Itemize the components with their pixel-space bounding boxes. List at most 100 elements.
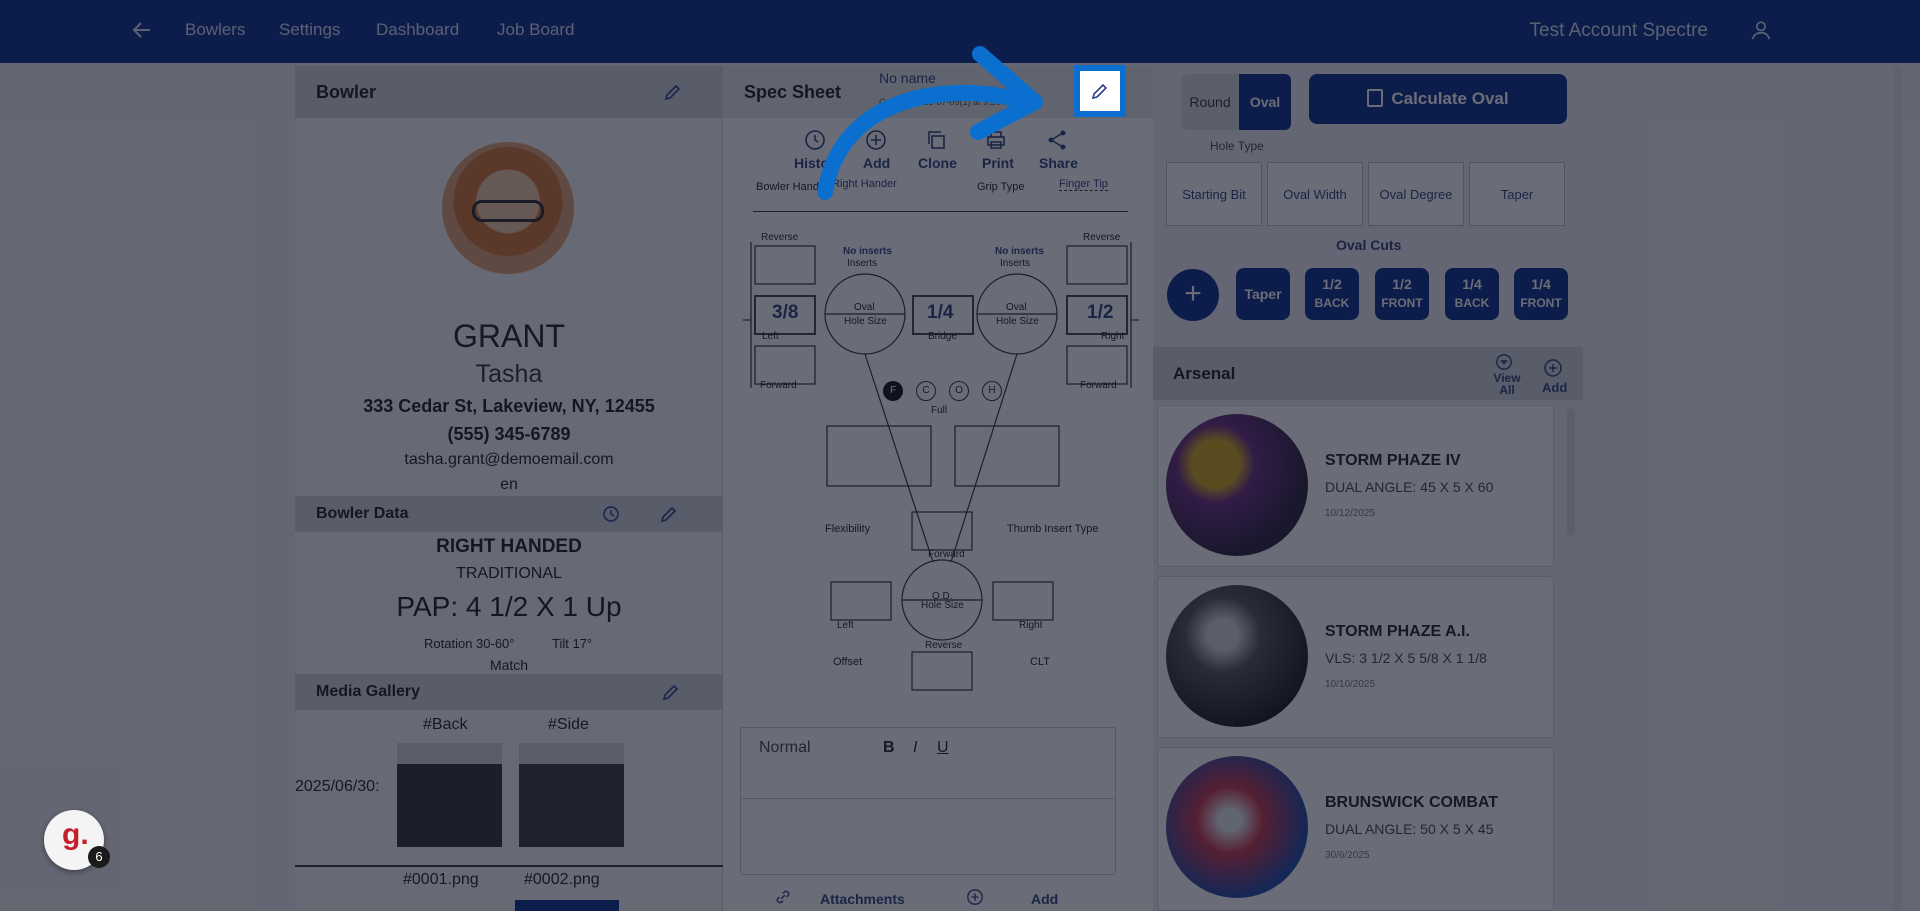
right-label: Right bbox=[1101, 331, 1125, 342]
editor-style-select[interactable]: Normal bbox=[759, 739, 811, 757]
fit-option-f[interactable]: F bbox=[883, 381, 903, 401]
add-attachment-label[interactable]: Add bbox=[1031, 891, 1058, 907]
add-ball-icon[interactable] bbox=[1543, 358, 1563, 378]
cut-quarter-back-bottom: BACK bbox=[1454, 296, 1490, 310]
history-icon[interactable] bbox=[601, 504, 621, 524]
edit-bowler-icon[interactable] bbox=[663, 82, 683, 102]
calculate-oval-label: Calculate Oval bbox=[1391, 89, 1509, 108]
nav-job-board[interactable]: Job Board bbox=[497, 20, 575, 40]
media-divider bbox=[295, 865, 723, 867]
clt-label: CLT bbox=[1030, 656, 1050, 668]
bold-icon[interactable]: B bbox=[883, 739, 895, 757]
bowler-address: 333 Cedar St, Lakeview, NY, 12455 bbox=[363, 396, 655, 416]
fit-option-c[interactable]: C bbox=[916, 381, 936, 401]
left-pitch[interactable]: 3/8 bbox=[772, 302, 798, 324]
ball-name: STORM PHAZE A.I. bbox=[1325, 623, 1470, 640]
thumb-insert-type-label: Thumb Insert Type bbox=[1007, 523, 1099, 535]
bowler-pap: PAP: 4 1/2 X 1 Up bbox=[396, 591, 622, 622]
bridge-value[interactable]: 1/4 bbox=[927, 302, 953, 324]
media-gallery-title: Media Gallery bbox=[316, 683, 421, 700]
bowler-language: en bbox=[500, 476, 518, 493]
calculate-oval-button[interactable]: Calculate Oval bbox=[1309, 74, 1567, 124]
view-all-label[interactable]: View All bbox=[1492, 372, 1522, 396]
bowler-header-title: Bowler bbox=[316, 82, 377, 102]
oval-left: Oval bbox=[854, 302, 875, 313]
ball-layout: VLS: 3 1/2 X 5 5/8 X 1 1/8 bbox=[1325, 650, 1487, 666]
oval-width-field[interactable]: Oval Width bbox=[1267, 162, 1363, 226]
ball-card[interactable]: STORM PHAZE A.I. VLS: 3 1/2 X 5 5/8 X 1 … bbox=[1157, 576, 1554, 738]
ball-image bbox=[1166, 756, 1308, 898]
attachments-label[interactable]: Attachments bbox=[820, 891, 905, 907]
thumb-right-label: Right bbox=[1019, 620, 1043, 631]
fit-option-h[interactable]: H bbox=[982, 381, 1002, 401]
bowler-data-header: Bowler Data bbox=[295, 496, 723, 532]
guide-count-badge: 6 bbox=[88, 846, 110, 868]
inserts-right: Inserts bbox=[1000, 258, 1031, 269]
bowler-first-name: Tasha bbox=[475, 360, 543, 388]
account-name[interactable]: Test Account Spectre bbox=[1530, 20, 1709, 42]
italic-icon[interactable]: I bbox=[913, 739, 917, 757]
no-inserts-left[interactable]: No inserts bbox=[843, 246, 892, 257]
media-gallery-header: Media Gallery bbox=[295, 674, 723, 710]
guide-logo: g. bbox=[62, 818, 89, 851]
cut-quarter-front-button[interactable]: 1/4 FRONT bbox=[1514, 268, 1568, 320]
back-arrow-icon[interactable] bbox=[130, 18, 154, 42]
add-ball-label[interactable]: Add bbox=[1542, 380, 1567, 395]
oval-degree-field[interactable]: Oval Degree bbox=[1368, 162, 1464, 226]
ball-image bbox=[1166, 414, 1308, 556]
right-pitch[interactable]: 1/2 bbox=[1087, 302, 1113, 324]
user-icon[interactable] bbox=[1750, 19, 1772, 41]
cut-quarter-front-bottom: FRONT bbox=[1520, 296, 1562, 310]
oval-cuts-label: Oval Cuts bbox=[1336, 237, 1402, 253]
file-name-2[interactable]: #0002.png bbox=[524, 871, 600, 889]
thumb-reverse-label: Reverse bbox=[925, 640, 963, 651]
ball-card[interactable]: BRUNSWICK COMBAT DUAL ANGLE: 50 X 5 X 45… bbox=[1157, 747, 1554, 911]
media-date: 2025/06/30: bbox=[295, 778, 380, 795]
bowler-header: Bowler bbox=[295, 66, 723, 118]
ball-name: BRUNSWICK COMBAT bbox=[1325, 794, 1499, 811]
fit-full-label: Full bbox=[931, 405, 948, 416]
fit-option-o[interactable]: O bbox=[949, 381, 969, 401]
arsenal-scrollbar[interactable] bbox=[1567, 408, 1575, 536]
hole-size-left: Hole Size bbox=[844, 316, 887, 327]
cut-taper-button[interactable]: Taper bbox=[1236, 268, 1290, 320]
round-toggle[interactable]: Round bbox=[1181, 74, 1239, 130]
edit-bowler-data-icon[interactable] bbox=[659, 504, 679, 524]
cut-half-front-button[interactable]: 1/2 FRONT bbox=[1375, 268, 1429, 320]
page-scrollbar[interactable] bbox=[1893, 66, 1903, 911]
no-inserts-right[interactable]: No inserts bbox=[995, 246, 1044, 257]
reverse-left: Reverse bbox=[761, 232, 799, 243]
cut-half-back-button[interactable]: 1/2 BACK bbox=[1305, 268, 1359, 320]
cut-half-back-top: 1/2 bbox=[1322, 276, 1342, 292]
bowler-last-name: GRANT bbox=[453, 318, 565, 354]
add-attachment-icon[interactable] bbox=[966, 888, 984, 906]
flexibility-label: Flexibility bbox=[825, 523, 871, 535]
file-thumb-2[interactable] bbox=[515, 900, 619, 911]
media-thumb-back[interactable] bbox=[397, 743, 502, 847]
filter-icon[interactable] bbox=[1495, 353, 1513, 371]
oval-toggle[interactable]: Oval bbox=[1239, 74, 1291, 130]
file-name-1[interactable]: #0001.png bbox=[403, 871, 479, 889]
spec-divider bbox=[753, 211, 1128, 212]
bowler-data-title: Bowler Data bbox=[316, 505, 409, 522]
media-thumb-side[interactable] bbox=[519, 743, 624, 847]
starting-bit-field[interactable]: Starting Bit bbox=[1166, 162, 1262, 226]
taper-field[interactable]: Taper bbox=[1469, 162, 1565, 226]
link-icon[interactable] bbox=[774, 888, 792, 906]
ball-card[interactable]: STORM PHAZE IV DUAL ANGLE: 45 X 5 X 60 1… bbox=[1157, 405, 1554, 567]
editor-divider bbox=[741, 798, 1115, 799]
hole-type-label: Hole Type bbox=[1210, 139, 1264, 153]
nav-dashboard[interactable]: Dashboard bbox=[376, 20, 459, 40]
calculator-icon bbox=[1367, 89, 1384, 107]
add-cut-button[interactable]: + bbox=[1167, 269, 1219, 321]
underline-icon[interactable]: U bbox=[937, 739, 949, 757]
edit-spec-button[interactable] bbox=[1074, 65, 1126, 117]
notes-editor[interactable]: Normal B I U bbox=[740, 727, 1116, 875]
nav-bowlers[interactable]: Bowlers bbox=[185, 20, 245, 40]
bowler-email: tasha.grant@demoemail.com bbox=[404, 451, 614, 468]
forward-left: Forward bbox=[760, 380, 797, 391]
nav-settings[interactable]: Settings bbox=[279, 20, 340, 40]
cut-quarter-back-button[interactable]: 1/4 BACK bbox=[1445, 268, 1499, 320]
edit-media-icon[interactable] bbox=[661, 682, 681, 702]
bowler-rotation: Rotation 30-60° bbox=[424, 636, 515, 651]
